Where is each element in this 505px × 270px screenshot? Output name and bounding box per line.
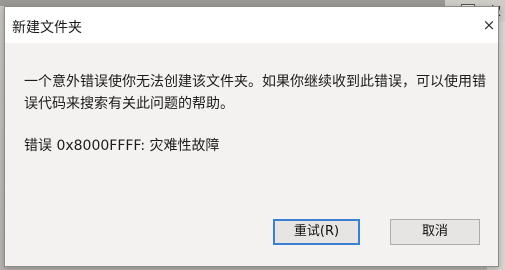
error-code: 错误 0x8000FFFF: 灾难性故障 bbox=[24, 138, 220, 154]
retry-button[interactable]: 重试(R) bbox=[273, 219, 360, 245]
cancel-button[interactable]: 取消 bbox=[390, 219, 480, 245]
dialog-titlebar[interactable]: 新建文件夹 × bbox=[5, 7, 498, 43]
dialog-content: 一个意外错误使你无法创建该文件夹。如果你继续收到此错误，可以使用错误代码来搜索有… bbox=[5, 43, 498, 266]
close-icon[interactable]: × bbox=[480, 13, 498, 37]
error-dialog: 新建文件夹 × 一个意外错误使你无法创建该文件夹。如果你继续收到此错误，可以使用… bbox=[4, 6, 499, 267]
dialog-title: 新建文件夹 bbox=[12, 20, 82, 36]
error-message: 一个意外错误使你无法创建该文件夹。如果你继续收到此错误，可以使用错误代码来搜索有… bbox=[24, 74, 486, 112]
